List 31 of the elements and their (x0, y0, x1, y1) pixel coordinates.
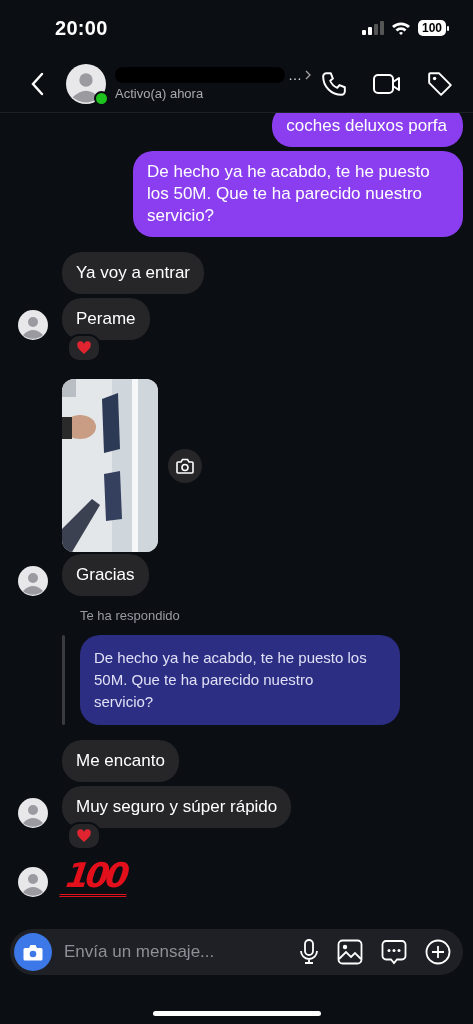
camera-icon (23, 943, 43, 961)
camera-button[interactable] (14, 933, 52, 971)
microphone-icon[interactable] (299, 939, 319, 965)
phone-icon[interactable] (321, 71, 347, 97)
message-bubble: Perame (62, 298, 150, 340)
image-icon[interactable] (337, 939, 363, 965)
hundred-emoji: 100 (59, 858, 132, 897)
signal-icon (361, 21, 384, 35)
contact-name[interactable]: … (288, 67, 302, 83)
message-composer[interactable]: Envía un mensaje... (10, 929, 463, 975)
message-bubble: De hecho ya he acabdo, te he puesto los 50M. Que te ha parecido nuestro servicio? (133, 151, 463, 237)
message-bubble: coches deluxos porfa (272, 113, 463, 147)
battery-icon: 100 (417, 20, 449, 36)
clock-time: 20:00 (55, 16, 109, 40)
message-bubble: Gracias (62, 554, 149, 596)
message-bubble: Ya voy a entrar (62, 252, 205, 294)
quoted-message: De hecho ya he acabdo, te he puesto los 50M. Que te ha parecido nuestro servicio? (80, 635, 400, 725)
message-input[interactable]: Envía un mensaje... (62, 941, 299, 963)
avatar-icon (66, 64, 106, 104)
camera-icon[interactable] (168, 448, 202, 483)
message-bubble: Muy seguro y súper rápido (62, 786, 292, 828)
add-icon[interactable] (425, 939, 451, 965)
message-bubble: Me encanto (62, 740, 179, 782)
reply-label: Te ha respondido (80, 608, 181, 623)
chat-icon[interactable] (381, 939, 407, 965)
active-status: Activo(a) ahora (115, 86, 205, 101)
video-call-icon[interactable] (373, 72, 401, 96)
back-button[interactable] (30, 72, 44, 96)
chevron-icon (305, 70, 311, 80)
tag-icon[interactable] (427, 71, 453, 97)
wifi-icon (390, 20, 411, 36)
